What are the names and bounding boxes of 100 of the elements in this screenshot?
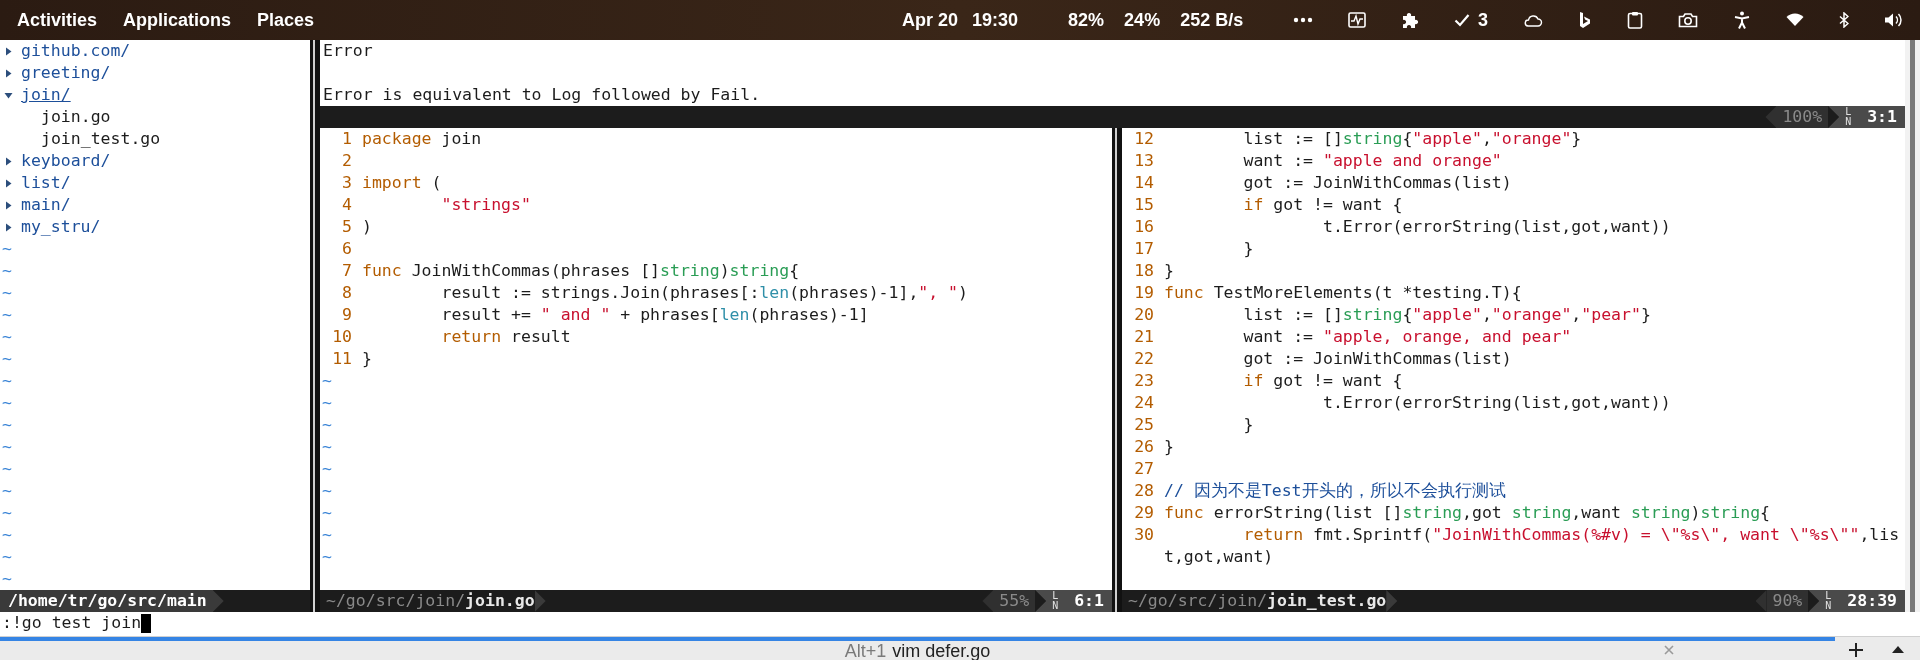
- code-line: want := "apple, orange, and pear": [1242, 326, 1572, 348]
- empty-line-marker: ~: [1, 370, 13, 392]
- tree-folder[interactable]: main/: [21, 194, 71, 216]
- line-number: 23: [1134, 371, 1154, 390]
- line-number: 3: [342, 173, 352, 192]
- line-number: 19: [1134, 283, 1154, 302]
- empty-line-marker: ~: [1, 458, 13, 480]
- code-line: return fmt.Sprintf("JoinWithCommas(%#v) = \"%s\", want \"%s\"",lis: [1242, 524, 1900, 546]
- date-text: Apr 20: [902, 9, 959, 31]
- tree-folder[interactable]: greeting/: [21, 62, 111, 84]
- empty-line-marker: ~: [1, 304, 13, 326]
- code-line: package join: [362, 128, 482, 150]
- time-text: 19:30: [972, 9, 1019, 31]
- code-line: result := strings.Join(phrases[:len(phrases)-1],", "): [440, 282, 968, 304]
- line-number: 15: [1134, 195, 1154, 214]
- file-name: join.go: [465, 591, 535, 610]
- line-number-label: LN: [1825, 591, 1832, 611]
- line-number: 30: [1134, 525, 1154, 544]
- code-line: }: [1164, 260, 1174, 282]
- cursor-position: 28:39: [1847, 590, 1897, 612]
- code-line: t,got,want): [1164, 546, 1274, 568]
- empty-line-marker: ~: [1, 414, 13, 436]
- tree-folder[interactable]: github.com/: [21, 40, 131, 62]
- code-line: want := "apple and orange": [1242, 150, 1502, 172]
- empty-line-marker: ~: [321, 436, 333, 458]
- top-bar-menu[interactable]: Places: [257, 9, 315, 31]
- line-number: 26: [1134, 437, 1154, 456]
- line-number: 22: [1134, 349, 1154, 368]
- empty-line-marker: ~: [321, 546, 333, 568]
- empty-line-marker: ~: [1, 348, 13, 370]
- code-line: got := JoinWithCommas(list): [1242, 172, 1512, 194]
- line-number: 12: [1134, 129, 1154, 148]
- empty-line-marker: ~: [321, 414, 333, 436]
- line-number: 21: [1134, 327, 1154, 346]
- scroll-percent: 55%: [993, 590, 1036, 612]
- line-number: 6: [342, 239, 352, 258]
- line-number: 8: [342, 283, 352, 302]
- network-speed: 252 B/s: [1180, 9, 1244, 31]
- tree-folder[interactable]: list/: [21, 172, 71, 194]
- scroll-percent: 100%: [1776, 106, 1829, 128]
- tree-folder[interactable]: my_stru/: [21, 216, 101, 238]
- line-number: 17: [1134, 239, 1154, 258]
- help-text: Error is equivalent to Log followed by Fail.: [323, 84, 762, 106]
- code-line: import (: [362, 172, 442, 194]
- tree-folder[interactable]: join/: [21, 84, 71, 106]
- top-bar-menu[interactable]: Activities: [17, 9, 98, 31]
- line-number: 5: [342, 217, 352, 236]
- empty-line-marker: ~: [1, 502, 13, 524]
- code-line: list := []string{"apple","orange","pear"}: [1242, 304, 1651, 326]
- file-directory: ~/go/src/join/: [1128, 591, 1268, 610]
- code-line: }: [1164, 436, 1174, 458]
- code-line: if got != want {: [1242, 370, 1403, 392]
- empty-line-marker: ~: [1, 260, 13, 282]
- empty-line-marker: ~: [321, 502, 333, 524]
- empty-line-marker: ~: [1, 326, 13, 348]
- line-number: 9: [342, 305, 352, 324]
- empty-line-marker: ~: [321, 458, 333, 480]
- line-number: 2: [342, 151, 352, 170]
- command-text[interactable]: :!go test join: [2, 612, 142, 634]
- top-bar-menu[interactable]: Applications: [123, 9, 232, 31]
- help-text: Error: [323, 40, 374, 62]
- code-line: // 因为不是Test开头的，所以不会执行测试: [1164, 480, 1506, 502]
- empty-line-marker: ~: [321, 524, 333, 546]
- line-number: 24: [1134, 393, 1154, 412]
- line-number: 20: [1134, 305, 1154, 324]
- tab-shortcut: Alt+1: [844, 641, 887, 660]
- line-number-label: LN: [1052, 591, 1059, 611]
- cursor-position: 3:1: [1867, 106, 1897, 128]
- tree-file[interactable]: join_test.go: [41, 128, 161, 150]
- line-number: 1: [342, 129, 352, 148]
- empty-line-marker: ~: [321, 480, 333, 502]
- empty-line-marker: ~: [1, 282, 13, 304]
- clock[interactable]: Apr 20 19:30: [902, 9, 1019, 31]
- task-count: 3: [1478, 9, 1488, 31]
- line-number: 4: [342, 195, 352, 214]
- line-number: 29: [1134, 503, 1154, 522]
- code-line: ): [362, 216, 372, 238]
- code-line: return result: [440, 326, 571, 348]
- empty-line-marker: ~: [321, 370, 333, 392]
- cpu-usage: 82%: [1068, 9, 1105, 31]
- line-number: 14: [1134, 173, 1154, 192]
- tab-title: vim defer.go: [892, 641, 991, 660]
- empty-line-marker: ~: [1, 392, 13, 414]
- empty-line-marker: ~: [1, 436, 13, 458]
- code-line: }: [1242, 414, 1254, 436]
- code-line: if got != want {: [1242, 194, 1403, 216]
- empty-line-marker: ~: [1, 524, 13, 546]
- line-number: 18: [1134, 261, 1154, 280]
- code-line: t.Error(errorString(list,got,want)): [1321, 216, 1671, 238]
- line-number: 7: [342, 261, 352, 280]
- line-number: 11: [332, 349, 352, 368]
- empty-line-marker: ~: [1, 546, 13, 568]
- tree-file[interactable]: join.go: [41, 106, 111, 128]
- tree-folder[interactable]: keyboard/: [21, 150, 111, 172]
- line-number-label: LN: [1845, 107, 1852, 127]
- code-line: result += " and " + phrases[len(phrases)-1]: [440, 304, 869, 326]
- line-number: 27: [1134, 459, 1154, 478]
- empty-line-marker: ~: [1, 238, 13, 260]
- code-line: func TestMoreElements(t *testing.T){: [1164, 282, 1522, 304]
- code-line: "strings": [440, 194, 531, 216]
